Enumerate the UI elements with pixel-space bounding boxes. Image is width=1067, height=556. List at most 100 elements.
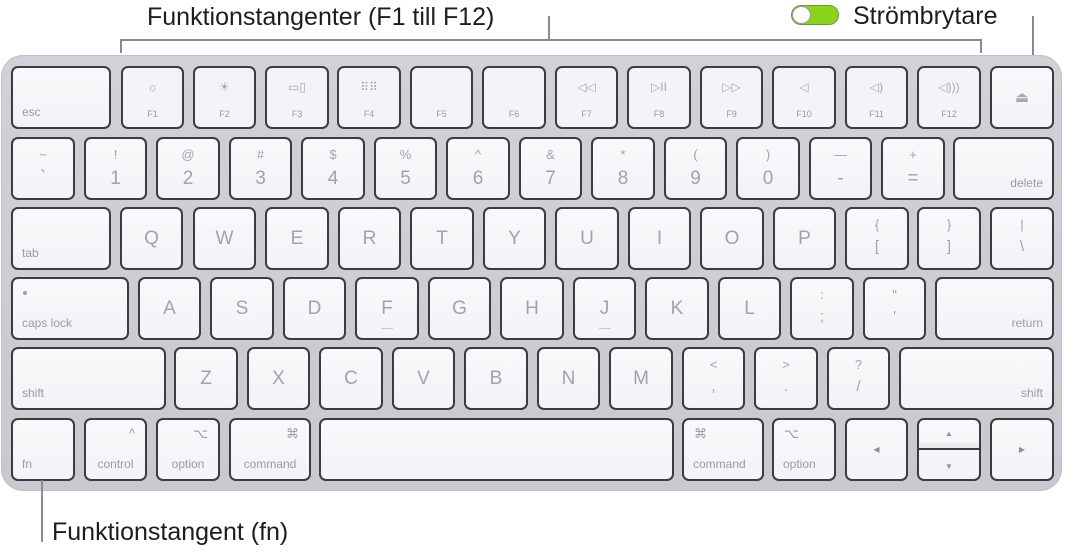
- key-7[interactable]: & 7: [519, 137, 582, 200]
- key-label: return: [1011, 316, 1043, 330]
- key-x[interactable]: X: [247, 347, 310, 410]
- key-option-left[interactable]: option ⌥: [156, 418, 220, 481]
- key-shift-right[interactable]: shift: [899, 347, 1054, 410]
- key-o[interactable]: O: [700, 207, 764, 270]
- mute-icon: ◁: [799, 80, 809, 94]
- key-i[interactable]: I: [628, 207, 691, 270]
- key-fn[interactable]: fn: [11, 418, 75, 481]
- key-f[interactable]: F: [355, 277, 419, 340]
- key-backslash[interactable]: | \: [990, 207, 1054, 270]
- key-h[interactable]: H: [500, 277, 564, 340]
- key-0[interactable]: ) 0: [736, 137, 800, 200]
- key-c[interactable]: C: [319, 347, 383, 410]
- key-s[interactable]: S: [210, 277, 274, 340]
- key-tilde[interactable]: ~ `: [11, 137, 75, 200]
- key-semicolon[interactable]: :;: [790, 277, 854, 340]
- key-f5[interactable]: F5: [410, 66, 473, 129]
- key-f10[interactable]: F10 ◁: [772, 66, 836, 129]
- key-f6[interactable]: F6: [482, 66, 546, 129]
- key-f1[interactable]: F1 ☼: [121, 66, 184, 129]
- key-n[interactable]: N: [537, 347, 600, 410]
- key-label: esc: [22, 105, 41, 119]
- key-f9[interactable]: F9 ▷▷: [700, 66, 763, 129]
- function-key-label: F9: [726, 109, 737, 119]
- key-comma[interactable]: <,: [682, 347, 745, 410]
- launchpad-icon: ⠿⠿: [360, 80, 378, 94]
- key-quote[interactable]: " ': [863, 277, 926, 340]
- key-f7[interactable]: F7 ◁◁: [555, 66, 618, 129]
- fn-key-leader: [41, 480, 43, 542]
- key-e[interactable]: E: [265, 207, 329, 270]
- key-y[interactable]: Y: [483, 207, 546, 270]
- key-m[interactable]: M: [609, 347, 673, 410]
- key-6[interactable]: ^ 6: [446, 137, 510, 200]
- key-eject[interactable]: ⏏: [990, 66, 1054, 129]
- key-g[interactable]: G: [428, 277, 491, 340]
- key-character: 6: [472, 168, 484, 189]
- mission-control-icon: ▭▯: [288, 80, 306, 94]
- key-w[interactable]: W: [193, 207, 256, 270]
- key-arrow-right[interactable]: ▶: [990, 418, 1054, 481]
- key-4[interactable]: $4: [301, 137, 365, 200]
- key-control-left[interactable]: control ^: [84, 418, 147, 481]
- key-f12[interactable]: F12 ◁))): [917, 66, 981, 129]
- key-capslock[interactable]: caps lock: [11, 277, 129, 340]
- key-d[interactable]: D: [283, 277, 346, 340]
- key-z[interactable]: Z: [174, 347, 238, 410]
- key-arrow-updown[interactable]: ▲ ▼: [917, 418, 981, 481]
- key-rbracket[interactable]: }]: [917, 207, 981, 270]
- key-equals[interactable]: + =: [881, 137, 945, 200]
- key-arrow-left[interactable]: ◀: [845, 418, 908, 481]
- key-command-left[interactable]: command ⌘: [229, 418, 311, 481]
- key-f8[interactable]: F8 ▷II: [627, 66, 691, 129]
- power-switch-knob: [792, 6, 811, 24]
- key-t[interactable]: T: [410, 207, 474, 270]
- arrow-key-divider: [919, 448, 979, 450]
- function-keys-bracket-h: [120, 39, 982, 41]
- key-shift-left[interactable]: shift: [11, 347, 166, 410]
- key-l[interactable]: L: [718, 277, 781, 340]
- key-shift-character: ~: [39, 147, 47, 162]
- key-lbracket[interactable]: {[: [845, 207, 909, 270]
- key-p[interactable]: P: [773, 207, 836, 270]
- key-1[interactable]: ! 1: [84, 137, 147, 200]
- key-9[interactable]: (9: [664, 137, 727, 200]
- key-3[interactable]: #3: [229, 137, 292, 200]
- key-period[interactable]: >.: [754, 347, 818, 410]
- key-shift-character: ^: [474, 147, 482, 162]
- key-a[interactable]: A: [138, 277, 201, 340]
- key-f11[interactable]: F11 ◁): [845, 66, 908, 129]
- key-tab[interactable]: tab: [11, 207, 111, 270]
- key-space[interactable]: [319, 418, 674, 481]
- key-shift-character: #: [256, 147, 265, 162]
- key-minus[interactable]: — -: [809, 137, 872, 200]
- key-label: option: [171, 457, 205, 471]
- key-delete[interactable]: delete: [953, 137, 1054, 200]
- key-shift-character: ": [892, 287, 897, 302]
- key-character: Q: [144, 228, 159, 249]
- key-v[interactable]: V: [392, 347, 455, 410]
- key-f2[interactable]: F2 ☀: [193, 66, 256, 129]
- key-option-right[interactable]: option ⌥: [772, 418, 836, 481]
- key-character: 0: [762, 168, 774, 189]
- key-u[interactable]: U: [555, 207, 619, 270]
- key-8[interactable]: * 8: [591, 137, 655, 200]
- key-character: /: [856, 378, 861, 395]
- key-j[interactable]: J: [573, 277, 636, 340]
- key-f4[interactable]: F4 ⠿⠿: [337, 66, 401, 129]
- key-2[interactable]: @2: [156, 137, 220, 200]
- key-q[interactable]: Q: [120, 207, 183, 270]
- key-slash[interactable]: ? /: [827, 347, 890, 410]
- key-f3[interactable]: F3 ▭▯: [265, 66, 329, 129]
- key-k[interactable]: K: [645, 277, 709, 340]
- key-character: ]: [946, 238, 952, 255]
- key-r[interactable]: R: [338, 207, 401, 270]
- key-b[interactable]: B: [464, 347, 528, 410]
- key-5[interactable]: % 5: [374, 137, 437, 200]
- function-keys-bracket-stem: [548, 16, 550, 40]
- key-command-right[interactable]: command ⌘: [682, 418, 764, 481]
- key-character: ;: [819, 308, 825, 325]
- key-return[interactable]: return: [935, 277, 1054, 340]
- key-esc[interactable]: esc: [11, 66, 111, 129]
- key-character: H: [525, 298, 539, 319]
